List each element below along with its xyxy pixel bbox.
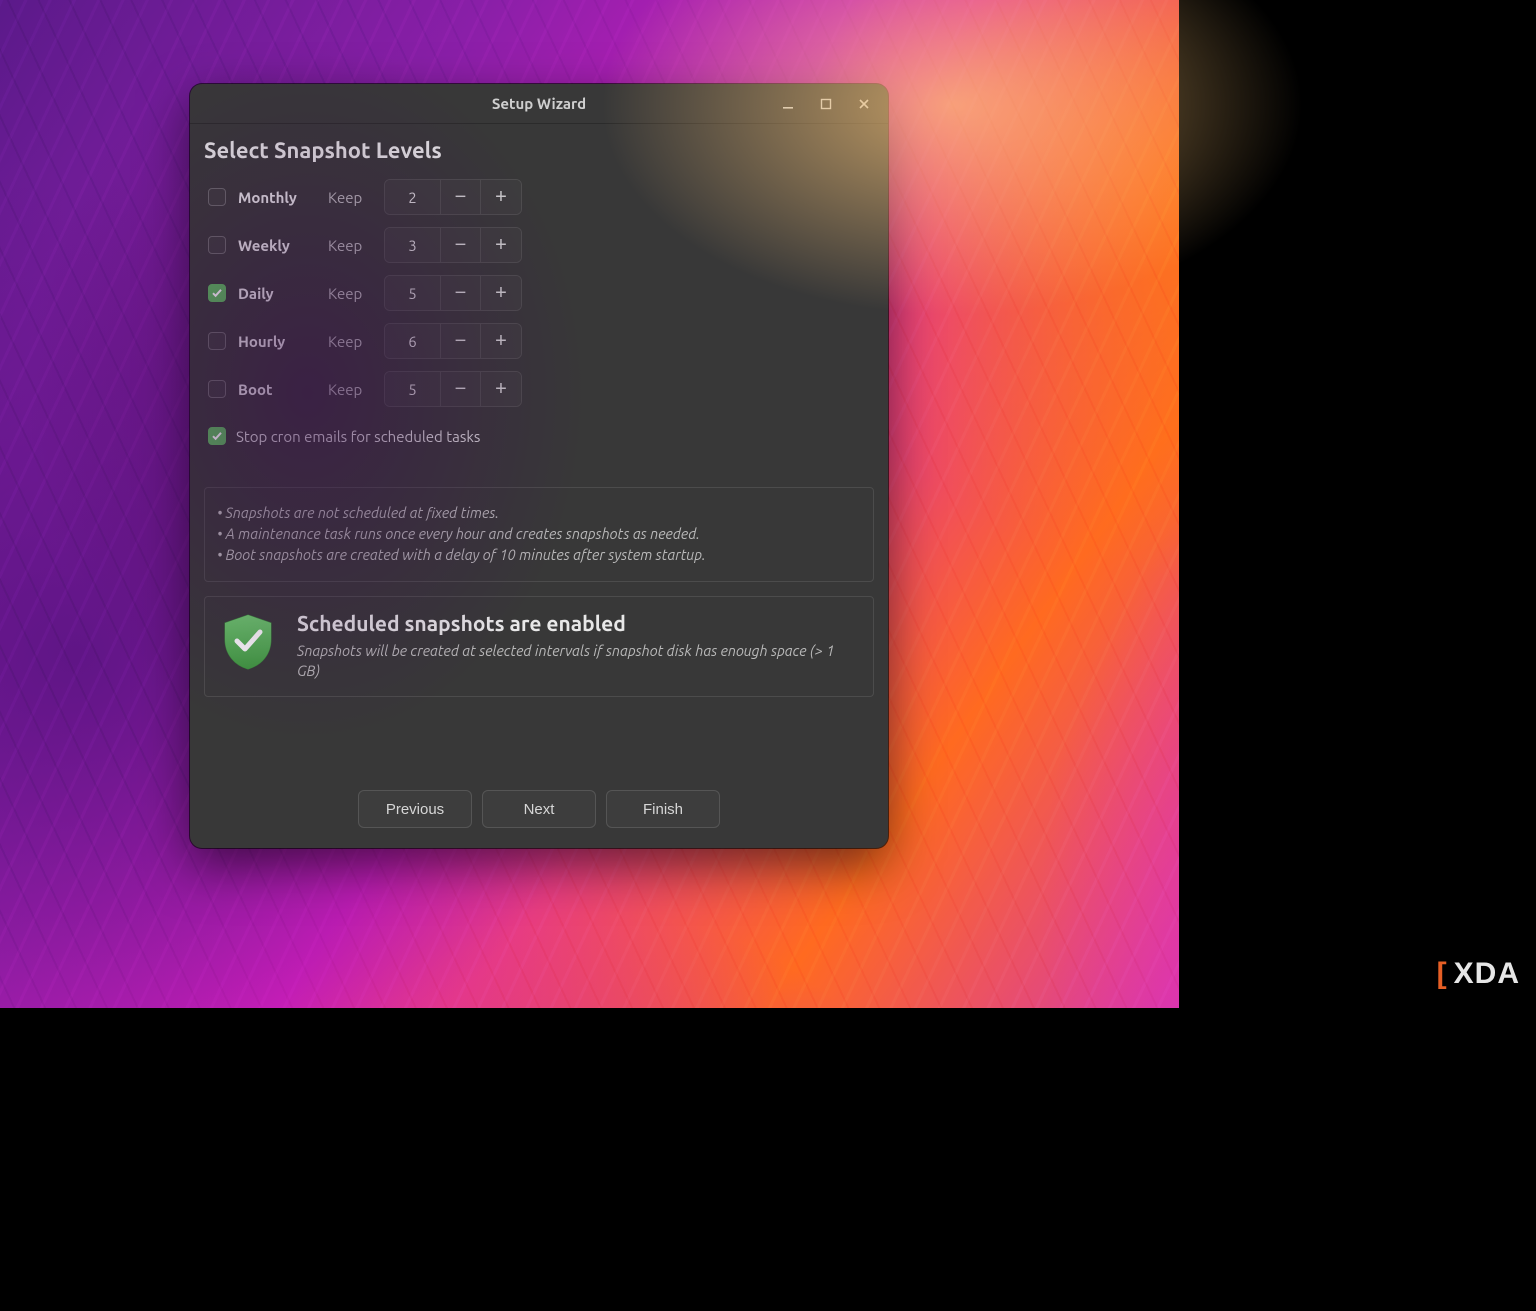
increment-button[interactable]: + (481, 324, 521, 358)
window-controls (770, 84, 882, 124)
level-label: Hourly (238, 333, 316, 350)
close-button[interactable] (846, 89, 882, 119)
letterbox-bottom (0, 1008, 1536, 1311)
checkbox-hourly[interactable] (208, 332, 226, 350)
page-title: Select Snapshot Levels (204, 138, 874, 163)
decrement-button[interactable]: − (441, 180, 481, 214)
status-text: Scheduled snapshots are enabled Snapshot… (297, 611, 857, 682)
checkbox-stop-cron[interactable] (208, 427, 226, 445)
xda-watermark: [XDA (1437, 957, 1520, 991)
keep-value[interactable]: 5 (385, 372, 441, 406)
increment-button[interactable]: + (481, 180, 521, 214)
keep-spinner-boot: 5 − + (384, 371, 522, 407)
shield-check-icon (221, 613, 275, 675)
level-label: Weekly (238, 237, 316, 254)
close-icon (858, 98, 870, 110)
level-label: Daily (238, 285, 316, 302)
wizard-footer: Previous Next Finish (204, 772, 874, 834)
minimize-icon (782, 98, 794, 110)
next-button[interactable]: Next (482, 790, 596, 828)
content-area: Select Snapshot Levels Monthly Keep 2 − … (190, 124, 888, 848)
keep-spinner-monthly: 2 − + (384, 179, 522, 215)
keep-spinner-daily: 5 − + (384, 275, 522, 311)
level-row-weekly: Weekly Keep 3 − + (208, 227, 874, 263)
checkbox-daily[interactable] (208, 284, 226, 302)
previous-button[interactable]: Previous (358, 790, 472, 828)
increment-button[interactable]: + (481, 276, 521, 310)
titlebar: Setup Wizard (190, 84, 888, 124)
finish-button[interactable]: Finish (606, 790, 720, 828)
decrement-button[interactable]: − (441, 276, 481, 310)
info-line: • A maintenance task runs once every hou… (217, 523, 861, 544)
level-row-hourly: Hourly Keep 6 − + (208, 323, 874, 359)
keep-value[interactable]: 2 (385, 180, 441, 214)
stop-cron-label: Stop cron emails for scheduled tasks (236, 428, 480, 445)
keep-value[interactable]: 6 (385, 324, 441, 358)
keep-label: Keep (328, 381, 372, 398)
info-line: • Snapshots are not scheduled at fixed t… (217, 502, 861, 523)
decrement-button[interactable]: − (441, 228, 481, 262)
info-line: • Boot snapshots are created with a dela… (217, 544, 861, 565)
level-label: Boot (238, 381, 316, 398)
bracket-icon: [ (1437, 957, 1448, 991)
increment-button[interactable]: + (481, 228, 521, 262)
status-title: Scheduled snapshots are enabled (297, 611, 857, 635)
status-box: Scheduled snapshots are enabled Snapshot… (204, 596, 874, 697)
level-row-monthly: Monthly Keep 2 − + (208, 179, 874, 215)
keep-value[interactable]: 5 (385, 276, 441, 310)
decrement-button[interactable]: − (441, 372, 481, 406)
minimize-button[interactable] (770, 89, 806, 119)
checkbox-weekly[interactable] (208, 236, 226, 254)
maximize-button[interactable] (808, 89, 844, 119)
keep-spinner-hourly: 6 − + (384, 323, 522, 359)
increment-button[interactable]: + (481, 372, 521, 406)
keep-label: Keep (328, 237, 372, 254)
info-box: • Snapshots are not scheduled at fixed t… (204, 487, 874, 582)
keep-label: Keep (328, 189, 372, 206)
checkbox-boot[interactable] (208, 380, 226, 398)
checkbox-monthly[interactable] (208, 188, 226, 206)
setup-wizard-window: Setup Wizard Select Snapshot Levels Mont… (190, 84, 888, 848)
window-title: Setup Wizard (492, 95, 586, 112)
keep-label: Keep (328, 285, 372, 302)
keep-spinner-weekly: 3 − + (384, 227, 522, 263)
maximize-icon (820, 98, 832, 110)
stop-cron-row: Stop cron emails for scheduled tasks (208, 427, 874, 445)
decrement-button[interactable]: − (441, 324, 481, 358)
keep-value[interactable]: 3 (385, 228, 441, 262)
status-description: Snapshots will be created at selected in… (297, 641, 857, 682)
level-label: Monthly (238, 189, 316, 206)
level-row-boot: Boot Keep 5 − + (208, 371, 874, 407)
snapshot-levels: Monthly Keep 2 − + Weekly Keep 3 − + (208, 179, 874, 407)
level-row-daily: Daily Keep 5 − + (208, 275, 874, 311)
keep-label: Keep (328, 333, 372, 350)
watermark-text: XDA (1454, 957, 1520, 991)
